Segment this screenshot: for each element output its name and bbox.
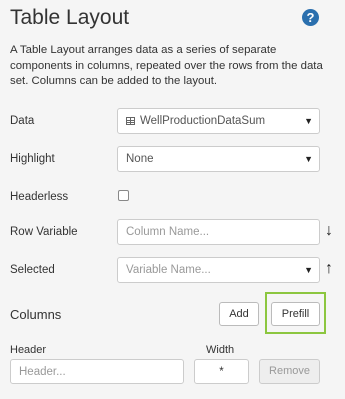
data-label: Data [10, 115, 35, 127]
remove-column-button[interactable]: Remove [259, 359, 320, 384]
row-variable-input[interactable]: Column Name... [117, 219, 320, 245]
columns-title: Columns [10, 307, 62, 322]
data-select[interactable]: WellProductionDataSum ▼ [117, 108, 320, 134]
add-column-button[interactable]: Add [219, 302, 259, 326]
header-label: Header [10, 344, 47, 356]
sort-descending-icon[interactable]: ↓ [325, 223, 333, 239]
sort-ascending-icon[interactable]: ↑ [325, 261, 333, 277]
help-icon[interactable]: ? [302, 9, 319, 26]
highlight-select-value: None [126, 153, 154, 165]
headerless-label: Headerless [10, 191, 69, 203]
highlight-select[interactable]: None ▼ [117, 146, 320, 172]
prefill-button[interactable]: Prefill [271, 302, 320, 326]
headerless-checkbox[interactable] [118, 190, 129, 201]
selected-label: Selected [10, 264, 55, 276]
selected-select[interactable]: Variable Name... ▼ [117, 257, 320, 283]
row-variable-label: Row Variable [10, 226, 78, 238]
width-label: Width [206, 344, 235, 356]
chevron-down-icon: ▼ [304, 265, 313, 275]
panel-description: A Table Layout arranges data as a series… [10, 44, 323, 88]
column-header-input[interactable]: Header... [10, 359, 184, 384]
chevron-down-icon: ▼ [304, 116, 313, 126]
panel-title: Table Layout [10, 6, 130, 29]
chevron-down-icon: ▼ [304, 154, 313, 164]
data-select-value: WellProductionDataSum [140, 115, 266, 127]
highlight-label: Highlight [10, 153, 55, 165]
selected-select-value: Variable Name... [126, 264, 211, 276]
column-width-input[interactable]: * [194, 359, 249, 384]
table-icon [126, 117, 135, 125]
